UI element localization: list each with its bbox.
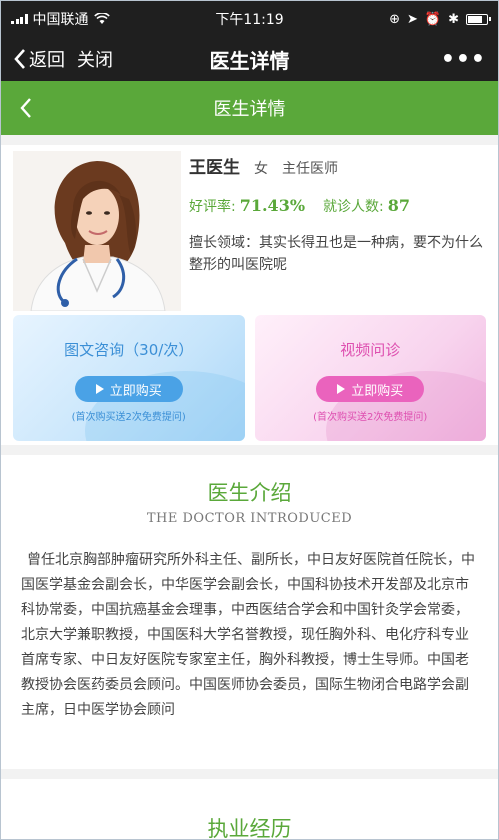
play-icon xyxy=(95,384,104,394)
page-title: 医生详情 xyxy=(213,99,286,120)
app-frame: 中国联通 下午11:19 ⊕ ➤ ⏰ ✱ 返回 关闭 医生详情 ••• 医生详情 xyxy=(0,0,499,840)
service-title: 图文咨询（30/次） xyxy=(64,341,194,359)
location-icon: ➤ xyxy=(407,11,418,27)
buy-label: 立即购买 xyxy=(351,383,404,399)
status-icons: ⊕ ➤ ⏰ ✱ xyxy=(389,11,491,27)
page-header: 医生详情 xyxy=(1,81,498,135)
intro-text: 曾任北京胸部肿瘤研究所外科主任、副所长，中日友好医院首任院长，中国医学基金会副会… xyxy=(21,552,475,718)
service-title: 视频问诊 xyxy=(340,341,401,359)
back-label: 返回 xyxy=(29,50,65,71)
carrier-group: 中国联通 xyxy=(11,9,110,29)
practice-title: 执业经历 xyxy=(207,817,292,840)
name-line: 王医生 女 主任医师 xyxy=(189,153,488,178)
service-card-video[interactable]: 视频问诊 立即购买 (首次购买送2次免费提问) xyxy=(254,315,486,441)
intro-title: 医生介绍 xyxy=(207,481,292,505)
bluetooth-icon: ✱ xyxy=(448,11,459,27)
visits-value: 87 xyxy=(387,196,411,215)
status-bar: 中国联通 下午11:19 ⊕ ➤ ⏰ ✱ xyxy=(1,1,498,37)
wifi-icon xyxy=(93,13,110,24)
alarm-icon: ⏰ xyxy=(424,11,442,27)
doctor-name: 王医生 xyxy=(189,158,240,178)
doctor-specialty: 擅长领域：其实长得丑也是一种病，要不为什么整形的叫医院呢 xyxy=(189,235,483,273)
buy-now-button[interactable]: 立即购买 xyxy=(316,376,425,402)
signal-icon xyxy=(11,14,28,24)
visits-label: 就诊人数: xyxy=(323,199,384,215)
doctor-photo xyxy=(13,151,181,311)
practice-experience: 执业经历 xyxy=(1,779,498,840)
back-button[interactable]: 返回 xyxy=(13,46,65,72)
chevron-left-icon xyxy=(14,49,25,69)
rotation-lock-icon: ⊕ xyxy=(389,11,400,27)
service-note: (首次购买送2次免费提问) xyxy=(71,412,186,423)
intro-subtitle: THE DOCTOR INTRODUCED xyxy=(146,511,353,526)
nav-title: 医生详情 xyxy=(209,48,290,73)
buy-now-button[interactable]: 立即购买 xyxy=(74,376,183,402)
doctor-introduction: 医生介绍 THE DOCTOR INTRODUCED 曾任北京胸部肿瘤研究所外科… xyxy=(1,455,498,769)
doctor-info: 王医生 女 主任医师 好评率: 71.43% 就诊人数: 87 擅长领域：其实长… xyxy=(189,153,488,276)
play-icon xyxy=(337,384,346,394)
doctor-stats: 好评率: 71.43% 就诊人数: 87 xyxy=(189,196,488,216)
buy-label: 立即购买 xyxy=(109,383,162,399)
battery-icon xyxy=(466,13,491,25)
service-cards: 图文咨询（30/次） 立即购买 (首次购买送2次免费提问) 视频问诊 立即购买 … xyxy=(13,315,486,441)
wechat-nav-bar: 返回 关闭 医生详情 ••• xyxy=(1,37,498,81)
doctor-card: 王医生 女 主任医师 好评率: 71.43% 就诊人数: 87 擅长领域：其实长… xyxy=(1,145,498,445)
more-button[interactable]: ••• xyxy=(441,47,486,72)
back-arrow-icon[interactable] xyxy=(19,97,33,119)
service-note: (首次购买送2次免费提问) xyxy=(313,412,428,423)
close-button[interactable]: 关闭 xyxy=(77,46,113,72)
rating-value: 71.43% xyxy=(239,196,306,215)
doctor-gender: 女 xyxy=(254,161,268,177)
doctor-title: 主任医师 xyxy=(282,161,338,177)
service-card-text[interactable]: 图文咨询（30/次） 立即购买 (首次购买送2次免费提问) xyxy=(13,315,245,441)
rating-label: 好评率: xyxy=(189,199,236,215)
carrier-label: 中国联通 xyxy=(32,12,89,28)
